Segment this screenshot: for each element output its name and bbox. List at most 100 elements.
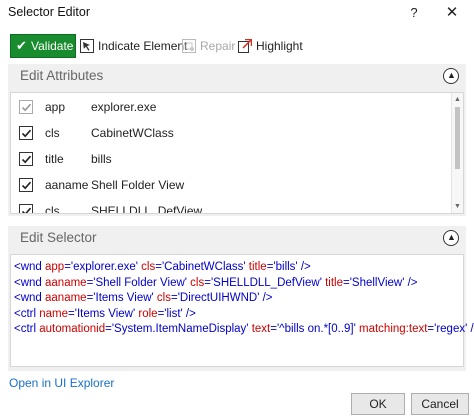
repair-label: Repair (200, 39, 236, 53)
attribute-checkbox[interactable] (19, 204, 33, 213)
attribute-checkbox (19, 100, 33, 114)
open-in-ui-explorer-link[interactable]: Open in UI Explorer (9, 376, 114, 390)
selector-tag: /> (259, 292, 273, 304)
selector-attr-name: role (138, 307, 158, 320)
selector-tag: = (105, 323, 112, 335)
collapse-selector-button[interactable]: ▲ (443, 230, 459, 246)
selector-attr-name: name (39, 307, 69, 320)
attribute-name: cls (45, 204, 60, 214)
repair-icon (182, 39, 196, 53)
selector-attr-value: 'Shell Folder View' (93, 276, 187, 289)
window-title: Selector Editor (8, 5, 90, 19)
attribute-row: title bills (11, 147, 451, 173)
attribute-value: Shell Folder View (91, 178, 185, 192)
attribute-name: title (45, 152, 64, 166)
collapse-attributes-button[interactable]: ▲ (443, 68, 459, 84)
attribute-row: app explorer.exe (11, 95, 451, 121)
selector-tag: <wnd (14, 261, 46, 273)
attribute-checkbox[interactable] (19, 178, 33, 192)
selector-line: <wnd app='explorer.exe' cls='CabinetWCla… (11, 260, 463, 276)
selector-line: <wnd aaname='Items View' cls='DirectUIHW… (11, 291, 463, 307)
selector-attr-value: 'bills' (273, 261, 298, 273)
selector-line: <ctrl automationid='System.ItemNameDispl… (11, 322, 474, 338)
checkmark-icon (21, 103, 32, 112)
checkmark-icon (21, 129, 32, 138)
attribute-name: app (45, 100, 66, 114)
selector-tag: /> (297, 261, 311, 273)
attributes-scrollbar[interactable]: ▲ ▼ (451, 93, 463, 213)
selector-tag: = (170, 292, 178, 304)
toolbar: ✔ Validate Indicate Element Repair Highl… (0, 30, 474, 60)
selector-tag: = (204, 276, 211, 289)
selector-attr-value: 'Items View' (93, 292, 154, 304)
scroll-down-icon[interactable]: ▼ (454, 203, 461, 210)
selector-tag: = (64, 261, 71, 273)
attribute-checkbox[interactable] (19, 152, 33, 166)
selector-attr-name: matching:text (359, 323, 428, 335)
selector-attr-name: text (251, 323, 271, 335)
close-button[interactable]: ✕ (440, 3, 464, 23)
selector-editor[interactable]: <wnd app='explorer.exe' cls='CabinetWCla… (10, 254, 474, 367)
attribute-row: cls SHELLDLL_DefView (11, 199, 451, 214)
selector-attr-name: automationid (39, 323, 106, 335)
attribute-name: aaname (45, 178, 89, 192)
selector-attr-value: '^bills on.*[0..9]' (276, 323, 356, 335)
selector-tag: /> (404, 276, 418, 289)
checkmark-icon (21, 181, 32, 190)
selector-tag: <wnd (14, 292, 46, 304)
help-button[interactable]: ? (404, 3, 424, 23)
selector-line: <ctrl name='Items View' role='list' /> (11, 307, 463, 323)
selector-attr-value: 'DirectUIHWND' (177, 292, 260, 304)
selector-tag: <ctrl (14, 323, 40, 335)
selector-attr-name: app (45, 261, 65, 273)
selector-attr-value: 'explorer.exe' (70, 261, 138, 273)
checkmark-icon: ✔ (16, 38, 27, 53)
selector-attr-value: 'CabinetWClass' (161, 261, 246, 273)
highlight-label: Highlight (256, 39, 303, 53)
attribute-value: CabinetWClass (91, 126, 174, 140)
selector-tag: <wnd (14, 276, 46, 289)
edit-selector-panel: Edit Selector ▲ <wnd app='explorer.exe' … (8, 226, 474, 371)
highlight-icon (238, 39, 252, 53)
attribute-value: explorer.exe (91, 100, 157, 114)
attribute-value: SHELLDLL_DefView (91, 204, 203, 214)
selector-tag: /> (182, 307, 196, 320)
selector-tag: /> (470, 323, 474, 335)
selector-attr-name: cls (141, 261, 156, 273)
cursor-target-icon (80, 39, 94, 53)
ok-button[interactable]: OK (351, 393, 405, 415)
chevron-up-icon: ▲ (447, 232, 456, 242)
selector-line: <wnd aaname='Shell Folder View' cls='SHE… (11, 276, 463, 292)
title-bar: Selector Editor ? ✕ (0, 0, 474, 26)
selector-attr-value: 'System.ItemNameDisplay' (111, 323, 249, 335)
scroll-thumb[interactable] (455, 107, 460, 169)
selector-attr-name: title (325, 276, 343, 289)
selector-attr-value: 'ShellView' (349, 276, 405, 289)
selector-attr-value: 'regex' (434, 323, 468, 335)
edit-attributes-title: Edit Attributes (20, 68, 104, 83)
selector-attr-value: 'Items View' (74, 307, 136, 320)
selector-attr-value: 'SHELLDLL_DefView' (210, 276, 322, 289)
selector-attr-name: cls (156, 292, 171, 304)
edit-selector-title: Edit Selector (20, 230, 97, 245)
indicate-element-label: Indicate Element (98, 39, 188, 53)
selector-attr-name: aaname (45, 276, 87, 289)
attribute-checkbox[interactable] (19, 126, 33, 140)
attribute-row: cls CabinetWClass (11, 121, 451, 147)
selector-tag: = (155, 261, 162, 273)
selector-tag: <ctrl (14, 307, 40, 320)
validate-button[interactable]: ✔ Validate (10, 34, 76, 58)
attribute-name: cls (45, 126, 60, 140)
scroll-up-icon[interactable]: ▲ (454, 96, 461, 103)
attributes-list: app explorer.exe cls CabinetWClass title bill… (10, 92, 464, 214)
validate-label: Validate (31, 39, 74, 53)
attribute-value: bills (91, 152, 112, 166)
selector-tag: = (68, 307, 75, 320)
selector-attr-name: title (248, 261, 267, 273)
cancel-button[interactable]: Cancel (411, 393, 469, 415)
checkmark-icon (21, 207, 32, 213)
selector-attr-name: cls (190, 276, 205, 289)
selector-tag: = (343, 276, 350, 289)
selector-attr-name: aaname (45, 292, 87, 304)
checkmark-icon (21, 155, 32, 164)
